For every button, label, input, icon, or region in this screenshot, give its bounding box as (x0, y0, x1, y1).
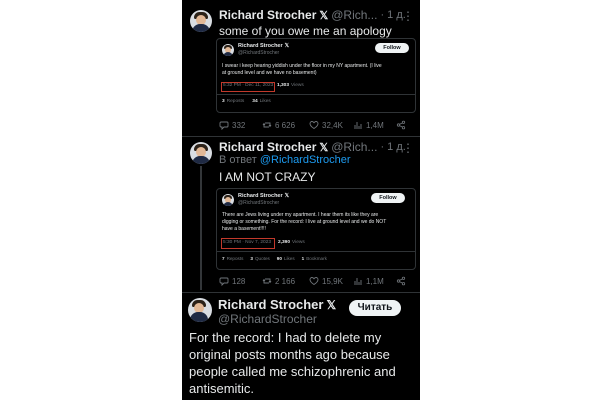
like-count: 15,9K (322, 276, 343, 286)
reply-button[interactable]: 332 (219, 120, 245, 130)
follow-button[interactable]: Follow (371, 193, 405, 203)
avatar[interactable] (190, 10, 212, 32)
read-button[interactable]: Читать (349, 300, 401, 316)
author-name[interactable]: Richard Strocher (219, 8, 316, 22)
heart-icon (309, 277, 319, 286)
share-button[interactable] (396, 276, 406, 286)
quote-likes-label: Likes (283, 256, 295, 261)
quote-views-count: 2,390 (278, 240, 291, 245)
author-handle[interactable]: @RichardStrocher (218, 312, 317, 326)
repost-count: 6 626 (275, 120, 296, 130)
views-count: 1,4M (366, 120, 384, 130)
more-options-icon[interactable]: ⋮ (402, 141, 414, 155)
reply-count: 128 (232, 276, 246, 286)
quote-x-logo-icon: 𝕏 (284, 193, 290, 199)
quote-text-line-1: There are Jews living under my apartment… (222, 212, 379, 218)
x-logo-icon: 𝕏 (319, 9, 329, 22)
quote-text-line-3: have a basement!!!! (222, 226, 266, 232)
quote-reposts-label: Reposts (226, 99, 245, 104)
reply-icon (219, 121, 229, 130)
quote-timestamp: 5:32 PM · Dec 11, 2023 (223, 83, 274, 88)
quote-x-logo-icon: 𝕏 (284, 43, 290, 49)
tweet-text-line-4: antisemitic. (189, 381, 255, 396)
quote-avatar (222, 44, 234, 56)
tweet-divider (182, 292, 420, 293)
share-icon (396, 120, 406, 130)
quote-author-name: Richard Strocher (238, 43, 283, 49)
quote-text-line-2: at ground level and we have no basement) (222, 70, 317, 76)
repost-icon (262, 278, 272, 284)
quote-views-label: Views (291, 83, 304, 88)
tweet-divider (182, 136, 420, 137)
quote-text-line-2: digging or something. For the record: I … (222, 219, 387, 225)
like-button[interactable]: 32,4K (309, 120, 343, 130)
quote-bookmarks-count: 1 (301, 256, 305, 261)
views-icon (354, 122, 362, 129)
heart-icon (309, 121, 319, 130)
quote-timestamp: 5:30 PM · Nov 7, 2023 (223, 240, 271, 245)
author-name[interactable]: Richard Strocher (219, 140, 316, 154)
quote-likes-count: 90 (276, 256, 282, 261)
views-count: 1,1M (366, 276, 384, 286)
x-logo-icon: 𝕏 (326, 297, 337, 312)
author-handle[interactable]: @Rich... (331, 140, 377, 154)
author-handle[interactable]: @Rich... (331, 8, 377, 22)
tweet-text: some of you owe me an apology (219, 24, 392, 38)
quote-reposts-count: 3 (222, 99, 225, 104)
quoted-tweet[interactable]: Richard Strocher 𝕏 @RichardStrocher Foll… (216, 188, 416, 270)
x-logo-icon: 𝕏 (319, 141, 329, 154)
tweet-text: I AM NOT CRAZY (219, 170, 316, 184)
views-button[interactable]: 1,1M (353, 276, 384, 286)
more-options-icon[interactable]: ⋮ (402, 9, 414, 23)
quote-text-line-1: I swear i keep hearing yiddish under the… (222, 63, 382, 69)
author-name[interactable]: Richard Strocher (218, 297, 323, 312)
avatar[interactable] (190, 142, 212, 164)
quote-reposts-count: 7 (222, 256, 225, 261)
views-icon (354, 278, 362, 285)
quote-quotes-label: Quotes (254, 256, 270, 261)
quoted-tweet[interactable]: Richard Strocher 𝕏 @RichardStrocher Foll… (216, 38, 416, 113)
avatar[interactable] (188, 298, 212, 322)
quote-bookmarks-label: Bookmark (306, 256, 327, 261)
quote-avatar (222, 194, 234, 206)
quote-author-handle: @RichardStrocher (238, 200, 280, 206)
quote-author-name: Richard Strocher (238, 193, 283, 199)
repost-count: 2 166 (275, 276, 296, 286)
reply-icon (219, 277, 229, 286)
tweet-feed: Richard Strocher 𝕏 @Rich... · 1 д. ⋮ som… (182, 0, 420, 400)
quote-author-handle: @RichardStrocher (238, 50, 280, 56)
share-button[interactable] (396, 120, 406, 130)
repost-icon (262, 122, 272, 128)
quote-divider (217, 94, 415, 95)
quote-views-label: Views (292, 240, 305, 245)
quote-views-count: 1,303 (277, 83, 290, 88)
views-button[interactable]: 1,4M (353, 120, 384, 130)
quote-reposts-label: Reposts (226, 256, 244, 261)
tweet-text-line-2: original posts months ago because (189, 347, 390, 362)
follow-button[interactable]: Follow (375, 43, 409, 53)
quote-quotes-count: 3 (250, 256, 253, 261)
thread-line (200, 166, 202, 290)
reply-prefix: В ответ (219, 154, 257, 166)
quote-likes-count: 34 (252, 99, 258, 104)
share-icon (396, 276, 406, 286)
repost-button[interactable]: 2 166 (262, 276, 295, 286)
repost-button[interactable]: 6 626 (262, 120, 295, 130)
quote-likes-label: Likes (259, 99, 271, 104)
tweet-text-line-1: For the record: I had to delete my (189, 330, 382, 345)
reply-button[interactable]: 128 (219, 276, 245, 286)
reply-count: 332 (232, 120, 246, 130)
like-button[interactable]: 15,9K (309, 276, 343, 286)
like-count: 32,4K (322, 120, 343, 130)
quote-divider (217, 251, 415, 252)
reply-to-link[interactable]: @RichardStrocher (260, 154, 351, 166)
tweet-text-line-3: people called me schizophrenic and (189, 364, 396, 379)
